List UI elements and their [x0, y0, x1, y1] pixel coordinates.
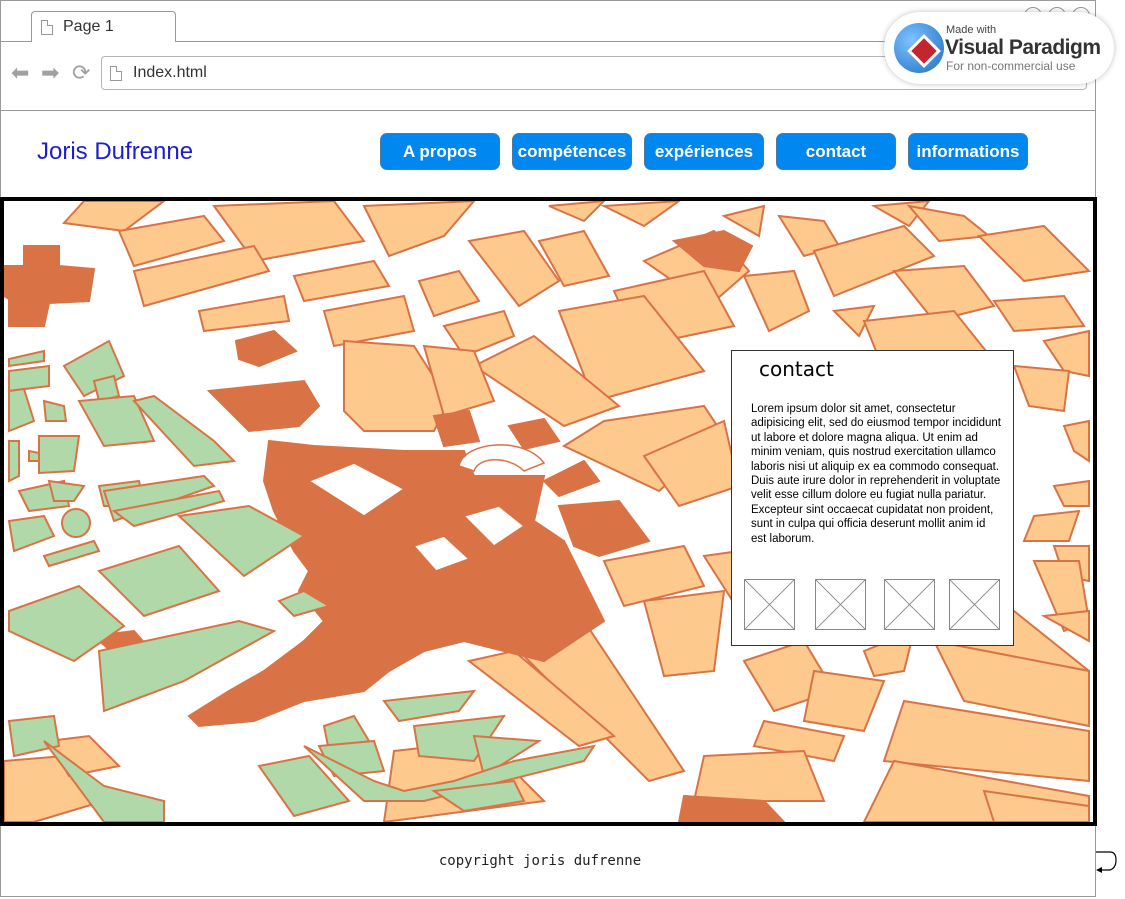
menu-button-experiences[interactable]: expériences	[644, 133, 764, 170]
image-placeholder-4[interactable]	[949, 579, 1000, 630]
footer-copyright: copyright joris dufrenne	[438, 853, 642, 869]
badge-note: For non-commercial use	[946, 59, 1076, 73]
image-placeholder-2[interactable]	[815, 579, 866, 630]
image-placeholder-1[interactable]	[744, 579, 795, 630]
tab-label: Page 1	[63, 18, 114, 35]
image-placeholder-3[interactable]	[884, 579, 935, 630]
back-arrow-icon[interactable]: ⬅	[11, 62, 29, 84]
url-text: Index.html	[133, 64, 207, 81]
menu-button-competences[interactable]: compétences	[512, 133, 632, 170]
page-icon	[110, 66, 122, 81]
site-title[interactable]: Joris Dufrenne	[37, 138, 193, 166]
reload-icon[interactable]: ⟳	[72, 62, 90, 84]
badge-made-with: Made with	[946, 24, 997, 36]
contact-card: contact Lorem ipsum dolor sit amet, cons…	[731, 350, 1014, 646]
menu-button-contact[interactable]: contact	[776, 133, 896, 170]
contact-body-text: Lorem ipsum dolor sit amet, consectetur …	[751, 403, 1001, 545]
badge-brand: Visual Paradigm	[945, 36, 1101, 59]
contact-title: contact	[759, 357, 834, 381]
forward-arrow-icon[interactable]: ➡	[41, 62, 59, 84]
link-loop-icon	[1096, 851, 1117, 873]
menu-button-a-propos[interactable]: A propos	[380, 133, 500, 170]
menu-button-informations[interactable]: informations	[908, 133, 1028, 170]
page-icon	[41, 20, 53, 35]
visual-paradigm-badge: Made with Visual Paradigm For non-commer…	[884, 12, 1114, 84]
browser-tab[interactable]: Page 1	[31, 11, 176, 42]
